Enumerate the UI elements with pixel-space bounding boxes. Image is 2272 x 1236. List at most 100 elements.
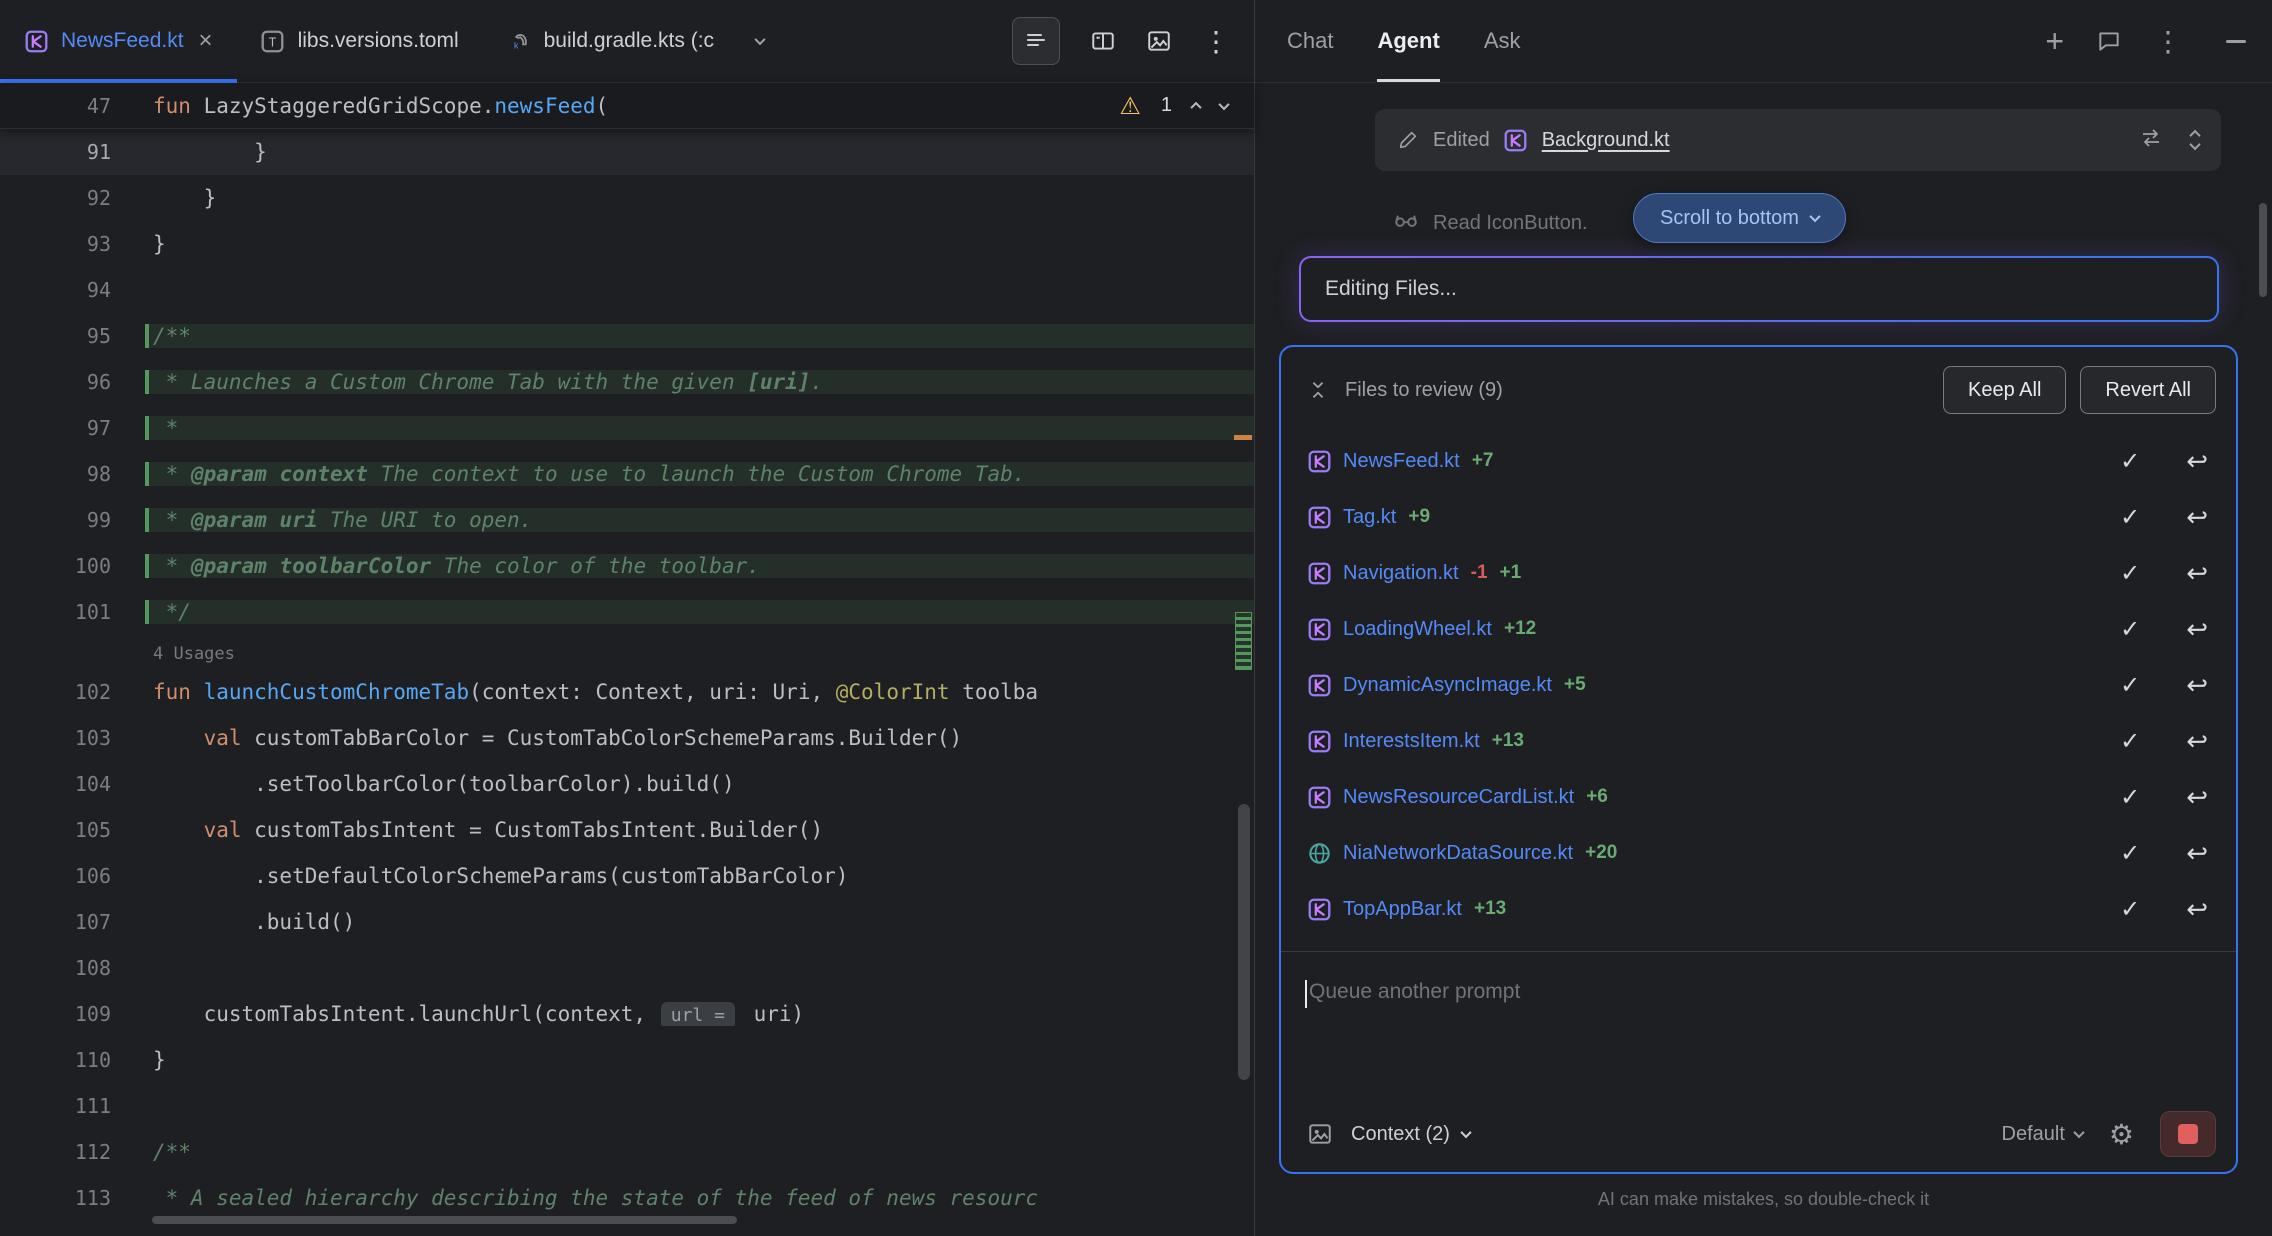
close-tab-icon[interactable]: ×	[199, 29, 213, 53]
sticky-header-line[interactable]: 47 fun LazyStaggeredGridScope.newsFeed( …	[0, 83, 1254, 129]
edited-file-link[interactable]: Background.kt	[1542, 129, 1670, 152]
revert-file-icon[interactable]: ↩	[2186, 614, 2208, 645]
context-selector[interactable]: Context (2)	[1351, 1123, 1470, 1146]
accept-file-icon[interactable]: ✓	[2120, 447, 2140, 476]
code-line[interactable]: 109 customTabsIntent.launchUrl(context, …	[0, 991, 1254, 1037]
code-line[interactable]: 108	[0, 945, 1254, 991]
revert-all-button[interactable]: Revert All	[2080, 366, 2216, 414]
chat-vertical-scrollbar[interactable]	[2259, 203, 2267, 297]
review-file-row[interactable]: InterestsItem.kt+13✓↩	[1281, 713, 2236, 769]
show-diff-icon[interactable]	[2139, 126, 2163, 155]
accept-file-icon[interactable]: ✓	[2120, 783, 2140, 812]
revert-file-icon[interactable]: ↩	[2186, 838, 2208, 869]
usages-hint-row[interactable]: 4 Usages	[0, 635, 1254, 669]
hide-panel-icon[interactable]	[2226, 40, 2246, 43]
line-number[interactable]: 111	[0, 1094, 145, 1118]
tab-agent[interactable]: Agent	[1377, 0, 1439, 82]
line-number[interactable]: 112	[0, 1140, 145, 1164]
attach-image-icon[interactable]	[1307, 1121, 1333, 1147]
tab-ask[interactable]: Ask	[1484, 0, 1521, 82]
code-line[interactable]: 102fun launchCustomChromeTab(context: Co…	[0, 669, 1254, 715]
review-file-row[interactable]: Navigation.kt-1+1✓↩	[1281, 545, 2236, 601]
accept-file-icon[interactable]: ✓	[2120, 615, 2140, 644]
accept-file-icon[interactable]: ✓	[2120, 895, 2140, 924]
review-file-row[interactable]: NewsResourceCardList.kt+6✓↩	[1281, 769, 2236, 825]
prev-issue-icon[interactable]	[1192, 102, 1200, 110]
code-line[interactable]: 99 * @param uri The URI to open.	[0, 497, 1254, 543]
prompt-input[interactable]: Queue another prompt	[1281, 952, 2236, 1106]
line-number[interactable]: 104	[0, 772, 145, 796]
revert-file-icon[interactable]: ↩	[2186, 894, 2208, 925]
editor-tab-build-gradle-kts-c[interactable]: kbuild.gradle.kts (:c	[483, 0, 738, 82]
accept-file-icon[interactable]: ✓	[2120, 727, 2140, 756]
accept-file-icon[interactable]: ✓	[2120, 503, 2140, 532]
line-number[interactable]: 107	[0, 910, 145, 934]
review-file-row[interactable]: Tag.kt+9✓↩	[1281, 489, 2236, 545]
review-file-link[interactable]: DynamicAsyncImage.kt	[1343, 674, 1552, 697]
editor-tab-libs-versions-toml[interactable]: Tlibs.versions.toml	[237, 0, 483, 82]
revert-file-icon[interactable]: ↩	[2186, 446, 2208, 477]
conversations-icon[interactable]	[2096, 28, 2122, 54]
review-file-link[interactable]: TopAppBar.kt	[1343, 898, 1462, 921]
editor-more-icon[interactable]: ⋮	[1202, 25, 1230, 58]
line-number[interactable]: 95	[0, 324, 145, 348]
accept-file-icon[interactable]: ✓	[2120, 839, 2140, 868]
accept-file-icon[interactable]: ✓	[2120, 559, 2140, 588]
code-line[interactable]: 91 }	[0, 129, 1254, 175]
review-file-row[interactable]: TopAppBar.kt+13✓↩	[1281, 881, 2236, 937]
code-line[interactable]: 94	[0, 267, 1254, 313]
accept-file-icon[interactable]: ✓	[2120, 671, 2140, 700]
line-number[interactable]: 92	[0, 186, 145, 210]
collapse-panel-icon[interactable]	[1307, 379, 1329, 401]
inlay-hint[interactable]: url =	[661, 1002, 735, 1026]
line-number[interactable]: 102	[0, 680, 145, 704]
line-number[interactable]: 113	[0, 1186, 145, 1210]
code-line[interactable]: 96 * Launches a Custom Chrome Tab with t…	[0, 359, 1254, 405]
line-number[interactable]: 99	[0, 508, 145, 532]
code-line[interactable]: 112/**	[0, 1129, 1254, 1175]
stop-generation-button[interactable]	[2160, 1111, 2216, 1157]
review-file-row[interactable]: DynamicAsyncImage.kt+5✓↩	[1281, 657, 2236, 713]
revert-file-icon[interactable]: ↩	[2186, 558, 2208, 589]
line-number[interactable]: 101	[0, 600, 145, 624]
line-number[interactable]: 100	[0, 554, 145, 578]
code-line[interactable]: 93}	[0, 221, 1254, 267]
review-file-link[interactable]: Navigation.kt	[1343, 562, 1459, 585]
tab-chat[interactable]: Chat	[1287, 0, 1333, 82]
revert-file-icon[interactable]: ↩	[2186, 502, 2208, 533]
code-line[interactable]: 106 .setDefaultColorSchemeParams(customT…	[0, 853, 1254, 899]
editor-list-icon[interactable]	[1012, 17, 1060, 65]
keep-all-button[interactable]: Keep All	[1943, 366, 2066, 414]
code-line[interactable]: 110}	[0, 1037, 1254, 1083]
editor-tab-newsfeed-kt[interactable]: NewsFeed.kt×	[0, 0, 237, 82]
review-file-row[interactable]: LoadingWheel.kt+12✓↩	[1281, 601, 2236, 657]
new-chat-icon[interactable]: +	[2045, 25, 2064, 57]
expand-collapse-icon[interactable]	[2191, 130, 2199, 150]
code-line[interactable]: 103 val customTabBarColor = CustomTabCol…	[0, 715, 1254, 761]
line-number[interactable]: 96	[0, 370, 145, 394]
settings-gear-icon[interactable]: ⚙	[2109, 1118, 2134, 1151]
revert-file-icon[interactable]: ↩	[2186, 782, 2208, 813]
review-file-link[interactable]: NiaNetworkDataSource.kt	[1343, 842, 1573, 865]
review-file-link[interactable]: Tag.kt	[1343, 506, 1396, 529]
scroll-to-bottom-button[interactable]: Scroll to bottom	[1633, 193, 1846, 243]
code-line[interactable]: 97 *	[0, 405, 1254, 451]
review-file-link[interactable]: InterestsItem.kt	[1343, 730, 1480, 753]
code-line[interactable]: 100 * @param toolbarColor The color of t…	[0, 543, 1254, 589]
line-number[interactable]: 109	[0, 1002, 145, 1026]
line-number[interactable]: 93	[0, 232, 145, 256]
code-line[interactable]: 105 val customTabsIntent = CustomTabsInt…	[0, 807, 1254, 853]
review-file-row[interactable]: NiaNetworkDataSource.kt+20✓↩	[1281, 825, 2236, 881]
assistant-more-icon[interactable]: ⋮	[2154, 25, 2182, 58]
line-number[interactable]: 98	[0, 462, 145, 486]
line-number[interactable]: 94	[0, 278, 145, 302]
line-number[interactable]: 105	[0, 818, 145, 842]
warning-icon[interactable]: ⚠	[1119, 92, 1141, 120]
model-selector[interactable]: Default	[2002, 1123, 2083, 1146]
line-number[interactable]: 108	[0, 956, 145, 980]
code-line[interactable]: 104 .setToolbarColor(toolbarColor).build…	[0, 761, 1254, 807]
review-file-link[interactable]: NewsFeed.kt	[1343, 450, 1460, 473]
split-editor-icon[interactable]	[1090, 28, 1116, 54]
line-number[interactable]: 97	[0, 416, 145, 440]
line-number[interactable]: 103	[0, 726, 145, 750]
